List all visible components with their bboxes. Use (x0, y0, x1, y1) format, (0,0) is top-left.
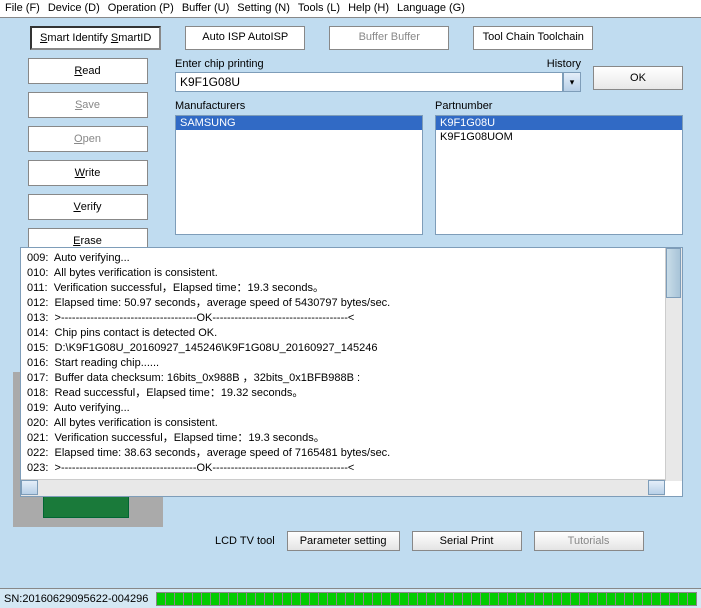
log-panel: 009: Auto verifying...010: All bytes ver… (20, 247, 683, 497)
progress-bar (156, 592, 697, 606)
log-line: 023: >----------------------------------… (27, 461, 676, 476)
ok-button[interactable]: OK (593, 66, 683, 90)
history-label: History (547, 58, 581, 70)
menu-setting[interactable]: Setting (N) (237, 2, 290, 15)
list-item[interactable]: SAMSUNG (176, 116, 422, 130)
buffer-button[interactable]: Buffer Buffer (329, 26, 449, 50)
scroll-left-icon[interactable] (21, 480, 38, 495)
toolchain-button[interactable]: Tool Chain Toolchain (473, 26, 593, 50)
menu-tools[interactable]: Tools (L) (298, 2, 340, 15)
list-item[interactable]: K9F1G08UOM (436, 130, 682, 144)
open-button: Open (28, 126, 148, 152)
read-button[interactable]: Read (28, 58, 148, 84)
write-button[interactable]: Write (28, 160, 148, 186)
menu-device[interactable]: Device (D) (48, 2, 100, 15)
list-item[interactable]: K9F1G08U (436, 116, 682, 130)
log-line: 016: Start reading chip...... (27, 356, 676, 371)
log-line: 011: Verification successful，Elapsed tim… (27, 281, 676, 296)
log-line: 021: Verification successful，Elapsed tim… (27, 431, 676, 446)
menu-bar: File (F) Device (D) Operation (P) Buffer… (0, 0, 701, 18)
log-line: 020: All bytes verification is consisten… (27, 416, 676, 431)
log-line: 022: Elapsed time: 38.63 seconds，average… (27, 446, 676, 461)
verify-button[interactable]: Verify (28, 194, 148, 220)
serial-number: SN:20160629095622-004296 (4, 593, 148, 605)
manufacturers-label: Manufacturers (175, 100, 423, 112)
lcdtv-label: LCD TV tool (215, 535, 275, 547)
top-button-bar: SSmart Identify SmartIDmart Identify Sma… (0, 18, 701, 58)
menu-file[interactable]: File (F) (5, 2, 40, 15)
log-content: 009: Auto verifying...010: All bytes ver… (21, 248, 682, 476)
log-line: 009: Auto verifying... (27, 251, 676, 266)
smart-identify-button[interactable]: SSmart Identify SmartIDmart Identify Sma… (30, 26, 161, 50)
menu-help[interactable]: Help (H) (348, 2, 389, 15)
log-line: 019: Auto verifying... (27, 401, 676, 416)
chip-combobox[interactable] (175, 72, 581, 92)
serial-print-button[interactable]: Serial Print (412, 531, 522, 551)
menu-language[interactable]: Language (G) (397, 2, 465, 15)
chip-dropdown-icon[interactable] (563, 72, 581, 92)
log-line: 015: D:\K9F1G08U_20160927_145246\K9F1G08… (27, 341, 676, 356)
save-button: Save (28, 92, 148, 118)
log-line: 013: >----------------------------------… (27, 311, 676, 326)
log-line: 012: Elapsed time: 50.97 seconds，average… (27, 296, 676, 311)
scroll-thumb[interactable] (666, 248, 681, 298)
log-line: 014: Chip pins contact is detected OK. (27, 326, 676, 341)
menu-buffer[interactable]: Buffer (U) (182, 2, 229, 15)
tutorials-button: Tutorials (534, 531, 644, 551)
log-line: 018: Read successful，Elapsed time：19.32 … (27, 386, 676, 401)
manufacturers-listbox[interactable]: SAMSUNG (175, 115, 423, 235)
menu-operation[interactable]: Operation (P) (108, 2, 174, 15)
partnumber-listbox[interactable]: K9F1G08U K9F1G08UOM (435, 115, 683, 235)
log-line: 010: All bytes verification is consisten… (27, 266, 676, 281)
auto-isp-button[interactable]: Auto ISP AutoISP (185, 26, 305, 50)
parameter-setting-button[interactable]: Parameter setting (287, 531, 400, 551)
enter-chip-label: Enter chip printing (175, 58, 264, 70)
scroll-right-icon[interactable] (648, 480, 665, 495)
status-bar: SN:20160629095622-004296 (0, 588, 701, 608)
log-hscrollbar[interactable] (21, 479, 665, 496)
log-line: 017: Buffer data checksum: 16bits_0x988B… (27, 371, 676, 386)
chip-input[interactable] (175, 72, 563, 92)
bottom-bar: LCD TV tool Parameter setting Serial Pri… (0, 527, 701, 555)
partnumber-label: Partnumber (435, 100, 683, 112)
log-vscrollbar[interactable] (665, 248, 682, 481)
